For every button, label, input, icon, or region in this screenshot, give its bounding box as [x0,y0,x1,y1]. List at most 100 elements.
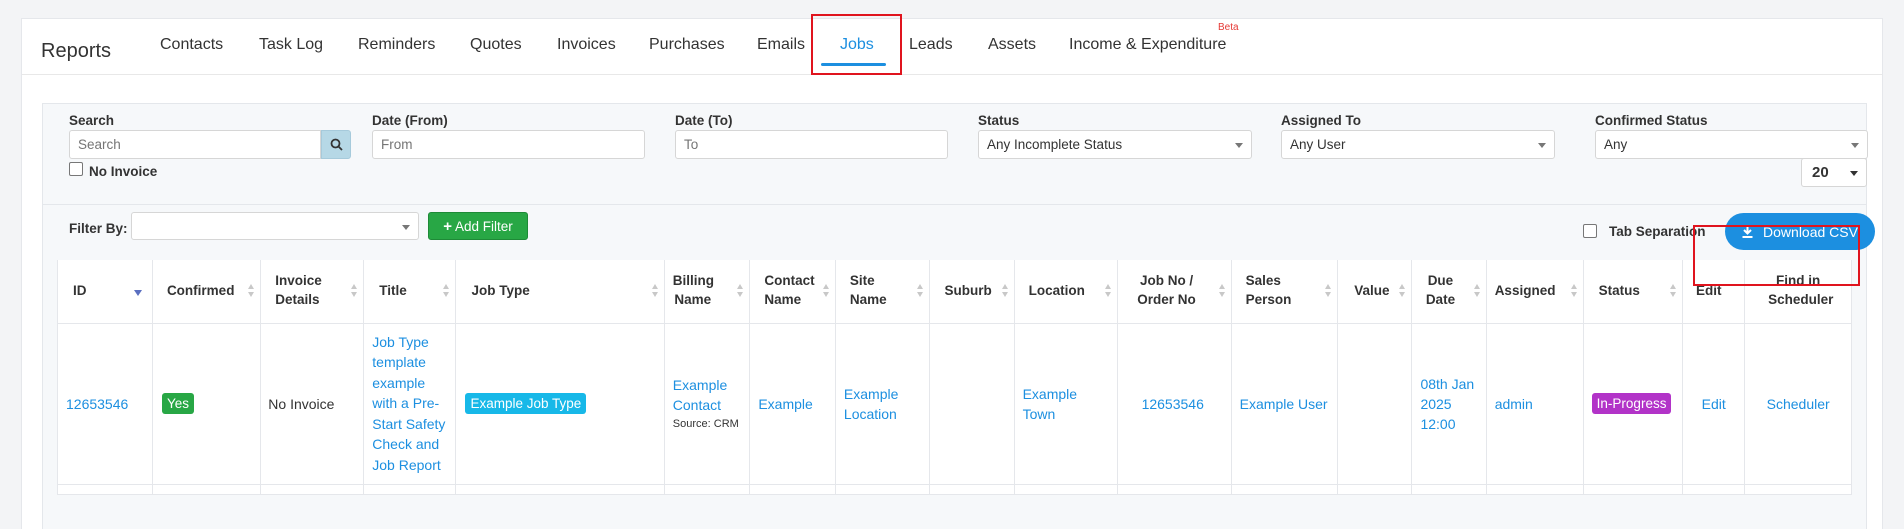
chevron-down-icon [1851,143,1859,148]
download-csv-highlight [1693,225,1860,286]
date-to-input[interactable] [675,130,948,159]
add-filter-label: Add Filter [454,218,513,234]
tab-quotes[interactable]: Quotes [470,36,522,54]
suburb-cell [929,322,1015,485]
confirmed-cell: Yes [151,322,262,485]
tab-assets[interactable]: Assets [988,36,1036,54]
tab-reminders[interactable]: Reminders [358,36,435,54]
billing-name-cell: Example Contact Source: CRM [663,322,751,485]
column-header-job-type[interactable]: Job Type [455,260,665,324]
invoice-details-cell: No Invoice [260,322,365,485]
assigned-link[interactable]: admin [1485,322,1584,485]
job-id-link[interactable]: 12653546 [57,322,153,485]
tab-purchases[interactable]: Purchases [649,36,725,54]
column-header-job-no[interactable]: Job No / Order No [1116,260,1232,324]
search-icon [330,138,343,151]
reports-tab-bar: Reports Contacts Task Log Reminders Quot… [22,19,1882,75]
filter-by-label: Filter By: [69,221,128,236]
table-row [57,483,1852,495]
column-header-site-name[interactable]: Site Name [834,260,931,324]
chevron-down-icon [1538,143,1546,148]
scheduler-link[interactable]: Scheduler [1744,322,1852,485]
filter-panel: Search Date (From) Date (To) Status Any … [42,103,1875,529]
assigned-to-select[interactable]: Any User [1281,130,1555,159]
page-size-select[interactable]: 20 [1801,158,1867,187]
sort-icon [1104,284,1112,298]
plus-icon: + [443,217,452,235]
column-header-title[interactable]: Title [363,260,457,324]
value-cell [1337,322,1413,485]
contact-name-link[interactable]: Example [749,322,836,485]
site-name-link[interactable]: Example Location [834,322,931,485]
column-header-confirmed[interactable]: Confirmed [151,260,262,324]
chevron-down-icon [1850,171,1858,176]
location-link[interactable]: Example Town [1013,322,1118,485]
search-input[interactable] [69,130,321,159]
job-type-cell: Example Job Type [455,322,665,485]
due-date-cell: 08th Jan 2025 12:00 [1411,322,1487,485]
chevron-down-icon [402,225,410,230]
column-header-invoice-details[interactable]: Invoice Details [260,260,365,324]
confirmed-status-select-value: Any [1604,137,1628,152]
sort-desc-icon [133,290,142,296]
tab-leads[interactable]: Leads [909,36,953,54]
tab-separation-checkbox[interactable] [1583,224,1597,238]
tab-emails[interactable]: Emails [757,36,805,54]
sales-person-link[interactable]: Example User [1230,322,1339,485]
chevron-down-icon [1235,143,1243,148]
confirmed-badge: Yes [161,393,194,414]
edit-link[interactable]: Edit [1682,322,1746,485]
add-filter-button[interactable]: + Add Filter [428,212,528,240]
column-header-suburb[interactable]: Suburb [929,260,1015,324]
date-from-label: Date (From) [372,113,448,128]
job-title-link[interactable]: Job Type template example with a Pre-Sta… [363,322,457,485]
column-header-sales-person[interactable]: Sales Person [1230,260,1339,324]
sort-icon [247,284,255,298]
no-invoice-checkbox[interactable] [69,162,83,176]
tab-task-log[interactable]: Task Log [259,36,323,54]
jobs-tab-highlight [811,14,902,75]
sort-icon [1669,284,1677,298]
table-header-row: ID Confirmed Invoice Details Title Job T… [57,260,1852,324]
column-header-billing-name[interactable]: Billing Name [663,260,751,324]
billing-name-link[interactable]: Example Contact [673,375,742,415]
sort-icon [651,284,659,298]
assigned-to-label: Assigned To [1281,113,1362,128]
search-button[interactable] [321,130,351,159]
sort-icon [442,284,450,298]
status-badge: In-Progress [1591,393,1672,414]
tab-income-expenditure[interactable]: Income & Expenditure [1069,36,1226,54]
sort-icon [1398,284,1406,298]
column-header-location[interactable]: Location [1013,260,1118,324]
tab-invoices[interactable]: Invoices [557,36,616,54]
column-header-due-date[interactable]: Due Date [1411,260,1487,324]
date-from-input[interactable] [372,130,645,159]
status-select[interactable]: Any Incomplete Status [978,130,1252,159]
sort-icon [1001,284,1009,298]
assigned-to-select-value: Any User [1290,137,1346,152]
column-header-value[interactable]: Value [1337,260,1413,324]
job-type-badge: Example Job Type [465,393,587,414]
column-header-id[interactable]: ID [57,260,153,324]
job-no-link[interactable]: 12653546 [1116,322,1232,485]
sort-icon [916,284,924,298]
billing-source: Source: CRM [672,417,739,430]
sort-icon [822,284,830,298]
column-header-contact-name[interactable]: Contact Name [749,260,836,324]
sort-icon [736,284,744,298]
status-cell: In-Progress [1582,322,1684,485]
sort-icon [1570,284,1578,298]
column-header-status[interactable]: Status [1582,260,1684,324]
sort-icon [1324,284,1332,298]
page-title: Reports [41,40,112,62]
tab-separation-label: Tab Separation [1609,224,1706,239]
filter-by-select[interactable] [131,212,419,240]
search-label: Search [69,113,115,128]
filter-by-bar: Filter By: + Add Filter Tab Separation D… [43,204,1875,254]
confirmed-status-select[interactable]: Any [1595,130,1868,159]
reports-card: Reports Contacts Task Log Reminders Quot… [21,18,1883,529]
column-header-assigned[interactable]: Assigned [1485,260,1584,324]
tab-contacts[interactable]: Contacts [160,36,223,54]
status-select-value: Any Incomplete Status [987,137,1123,152]
table-row: 12653546 Yes No Invoice Job Type templat… [57,322,1852,485]
